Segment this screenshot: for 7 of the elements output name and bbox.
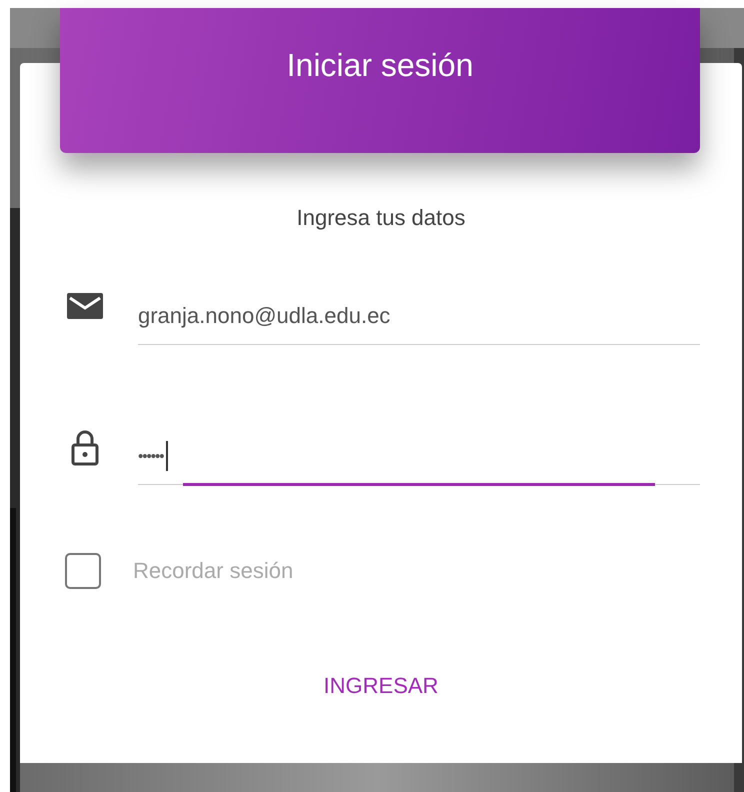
email-field[interactable]: granja.nono@udla.edu.ec bbox=[138, 288, 700, 345]
header-title: Iniciar sesión bbox=[286, 47, 474, 84]
remember-label: Recordar sesión bbox=[133, 558, 294, 584]
submit-button[interactable]: INGRESAR bbox=[314, 667, 448, 705]
subtitle: Ingresa tus datos bbox=[296, 205, 466, 231]
password-field[interactable]: •••••• bbox=[138, 428, 700, 485]
remember-checkbox[interactable] bbox=[65, 553, 101, 589]
